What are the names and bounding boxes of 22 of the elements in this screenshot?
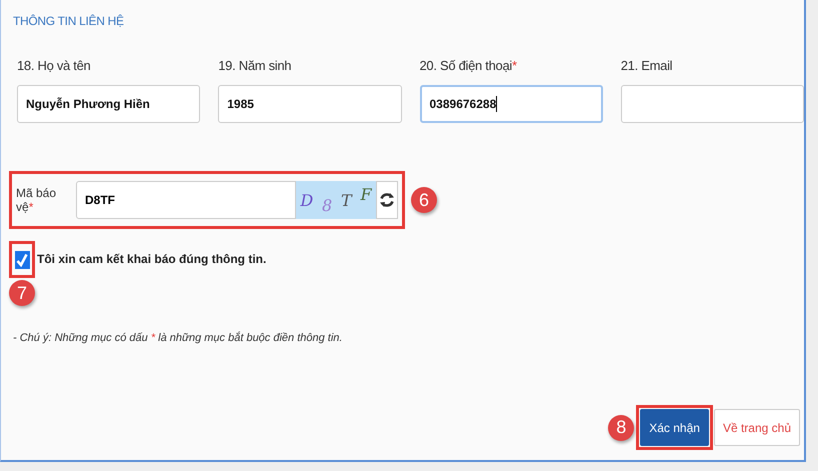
note-text: - Chú ý: Những mục có dấu * là những mục bắt buộc điền thông tin.: [13, 332, 344, 344]
captcha-label: Mã báo vệ*: [16, 186, 58, 214]
field-label: 20. Số điện thoại*: [420, 58, 518, 73]
input-field[interactable]: [620, 85, 804, 123]
section-title: THÔNG TIN LIÊN HỆ: [13, 14, 125, 28]
refresh-button[interactable]: [376, 181, 398, 219]
field-label: 21. Email: [620, 58, 674, 73]
refresh-icon: [379, 191, 395, 209]
input-field[interactable]: 0389676288: [420, 85, 603, 123]
agreement-label: Tôi xin cam kết khai báo đúng thông tin.: [37, 252, 266, 266]
confirm-button[interactable]: Xác nhận: [640, 409, 709, 446]
input-field[interactable]: 1985: [218, 85, 402, 123]
captcha-field[interactable]: D8TF: [76, 181, 296, 219]
field-label: 19. Năm sinh: [218, 58, 292, 73]
captcha-image: D 8 T F: [296, 181, 376, 219]
checkbox[interactable]: [14, 250, 30, 268]
input-field[interactable]: Nguyễn Phương Hiền: [17, 85, 200, 123]
step-badge: 6: [411, 187, 437, 213]
field-label: 18. Họ và tên: [17, 58, 92, 73]
home-button[interactable]: Về trang chủ: [714, 409, 800, 446]
step-badge: 7: [9, 280, 35, 306]
step-badge: 8: [608, 414, 634, 440]
